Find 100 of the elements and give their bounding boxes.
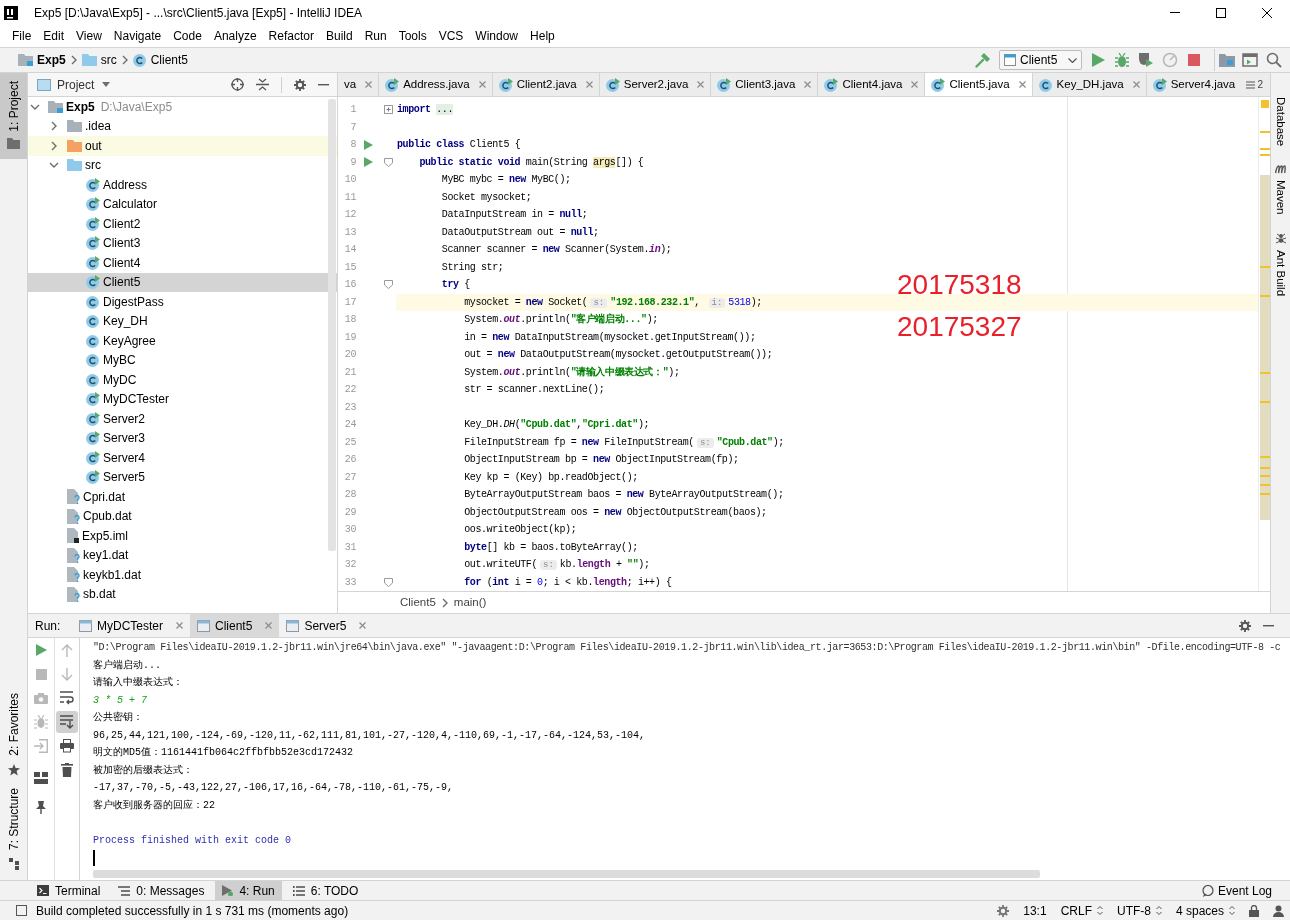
tree-item[interactable]: keykb1.dat: [28, 565, 337, 585]
tool-window-tab[interactable]: Database: [1271, 97, 1290, 147]
menu-item[interactable]: VCS: [432, 27, 470, 45]
play-icon[interactable]: [363, 139, 373, 150]
tree-item[interactable]: DigestPass: [28, 292, 337, 312]
chevron-icon[interactable]: [51, 140, 57, 151]
tree-item[interactable]: Exp5.iml: [28, 526, 337, 546]
close-icon[interactable]: [911, 81, 919, 88]
breadcrumb-item[interactable]: Exp5: [18, 51, 66, 69]
play-icon[interactable]: [363, 157, 373, 168]
close-icon[interactable]: [478, 81, 486, 88]
editor-tab[interactable]: va: [338, 73, 380, 96]
warning-marker[interactable]: [1260, 295, 1270, 297]
tree-item[interactable]: Client3: [28, 233, 337, 253]
warning-marker[interactable]: [1260, 266, 1270, 268]
tree-item[interactable]: MyDCTester: [28, 389, 337, 409]
breadcrumb-item[interactable]: Client5: [400, 593, 436, 612]
close-icon[interactable]: [176, 622, 183, 629]
tree-item[interactable]: Calculator: [28, 194, 337, 214]
warning-marker[interactable]: [1260, 493, 1270, 495]
breadcrumb-item[interactable]: Client5: [132, 51, 189, 69]
run-tab[interactable]: Server5: [279, 614, 374, 637]
line-separator-selector[interactable]: CRLF: [1060, 901, 1103, 920]
collapse-icon[interactable]: [256, 78, 269, 91]
menu-item[interactable]: View: [70, 27, 108, 45]
tree-item[interactable]: KeyAgree: [28, 331, 337, 351]
tree-item[interactable]: Client5: [28, 272, 337, 292]
chevron-icon[interactable]: [49, 162, 59, 169]
close-icon[interactable]: [804, 81, 812, 88]
close-icon[interactable]: [265, 622, 273, 629]
menu-item[interactable]: Help: [524, 27, 561, 45]
editor-tab[interactable]: Client3.java: [711, 73, 819, 96]
close-icon[interactable]: [1018, 81, 1026, 88]
lock-icon[interactable]: [1249, 904, 1259, 917]
settings-icon[interactable]: [294, 78, 306, 91]
tool-window-tab[interactable]: 1: Project: [0, 73, 27, 159]
menu-item[interactable]: Window: [469, 27, 525, 45]
editor-tab[interactable]: Client2.java: [492, 73, 600, 96]
tool-window-tab[interactable]: 2: Favorites: [0, 689, 27, 780]
caret-position[interactable]: 13:1: [1023, 901, 1047, 920]
tool-window-tab[interactable]: Maven: [1271, 164, 1290, 215]
fold-icon[interactable]: [383, 157, 393, 167]
warning-marker[interactable]: [1260, 148, 1270, 150]
tool-window-tab[interactable]: 0: Messages: [111, 881, 212, 900]
tree-item[interactable]: Cpub.dat: [28, 506, 337, 526]
tree-item[interactable]: out: [28, 136, 337, 156]
tree-item[interactable]: sb.dat: [28, 584, 337, 604]
tree-item[interactable]: src: [28, 155, 337, 175]
scrollbar-thumb[interactable]: [1260, 175, 1270, 520]
tool-window-tab[interactable]: 6: TODO: [285, 881, 366, 900]
close-icon[interactable]: [359, 622, 367, 629]
warning-marker[interactable]: [1260, 475, 1270, 477]
close-icon[interactable]: [365, 81, 373, 88]
menu-item[interactable]: Refactor: [262, 27, 320, 45]
tree-item[interactable]: Client2: [28, 214, 337, 234]
tree-item[interactable]: Server5: [28, 467, 337, 487]
tree-item[interactable]: Server3: [28, 428, 337, 448]
scrollbar[interactable]: [328, 99, 336, 551]
warning-marker[interactable]: [1260, 484, 1270, 486]
warning-marker[interactable]: [1260, 456, 1270, 458]
scrollbar[interactable]: [93, 870, 1040, 878]
chevron-icon[interactable]: [30, 103, 40, 110]
menu-item[interactable]: File: [6, 27, 38, 45]
fold-icon[interactable]: [383, 105, 393, 115]
indent-selector[interactable]: 4 spaces: [1175, 901, 1235, 920]
warning-marker[interactable]: [1260, 372, 1270, 374]
tool-window-tab[interactable]: 7: Structure: [0, 783, 27, 874]
warning-marker[interactable]: [1260, 131, 1270, 133]
warning-marker[interactable]: [1260, 154, 1270, 156]
close-icon[interactable]: [697, 81, 705, 88]
tree-item[interactable]: Exp5 D:\Java\Exp5: [28, 97, 337, 117]
tree-item[interactable]: Address: [28, 175, 337, 195]
tool-window-tab[interactable]: Ant Build: [1271, 232, 1290, 296]
tree-item[interactable]: Cpri.dat: [28, 487, 337, 507]
menu-item[interactable]: Edit: [37, 27, 71, 45]
minimize-icon[interactable]: [1263, 624, 1274, 627]
close-icon[interactable]: [585, 81, 593, 88]
tab-overflow-button[interactable]: 2: [1239, 73, 1270, 96]
tree-item[interactable]: Server4: [28, 448, 337, 468]
fold-icon[interactable]: [383, 577, 393, 587]
tree-item[interactable]: .idea: [28, 116, 337, 136]
close-icon[interactable]: [1132, 81, 1140, 88]
view-dropdown[interactable]: Project: [57, 75, 111, 94]
menu-item[interactable]: Navigate: [107, 27, 168, 45]
menu-item[interactable]: Analyze: [207, 27, 263, 45]
event-log-button[interactable]: Event Log: [1201, 881, 1272, 900]
person-icon[interactable]: [1273, 904, 1284, 917]
run-tab[interactable]: Client5: [190, 614, 280, 637]
editor-tab[interactable]: Address.java: [379, 73, 493, 96]
settings-icon[interactable]: [1239, 619, 1251, 632]
menu-item[interactable]: Build: [319, 27, 359, 45]
tree-item[interactable]: Client4: [28, 253, 337, 273]
fold-icon[interactable]: [383, 280, 393, 290]
run-config-dropdown[interactable]: Client5: [999, 50, 1082, 70]
breadcrumb-item[interactable]: main(): [453, 593, 487, 612]
minimize-icon[interactable]: [318, 83, 329, 86]
menu-item[interactable]: Tools: [392, 27, 433, 45]
tree-item[interactable]: MyBC: [28, 350, 337, 370]
square-icon[interactable]: [16, 905, 27, 916]
editor-tab[interactable]: Client5.java: [925, 73, 1033, 96]
